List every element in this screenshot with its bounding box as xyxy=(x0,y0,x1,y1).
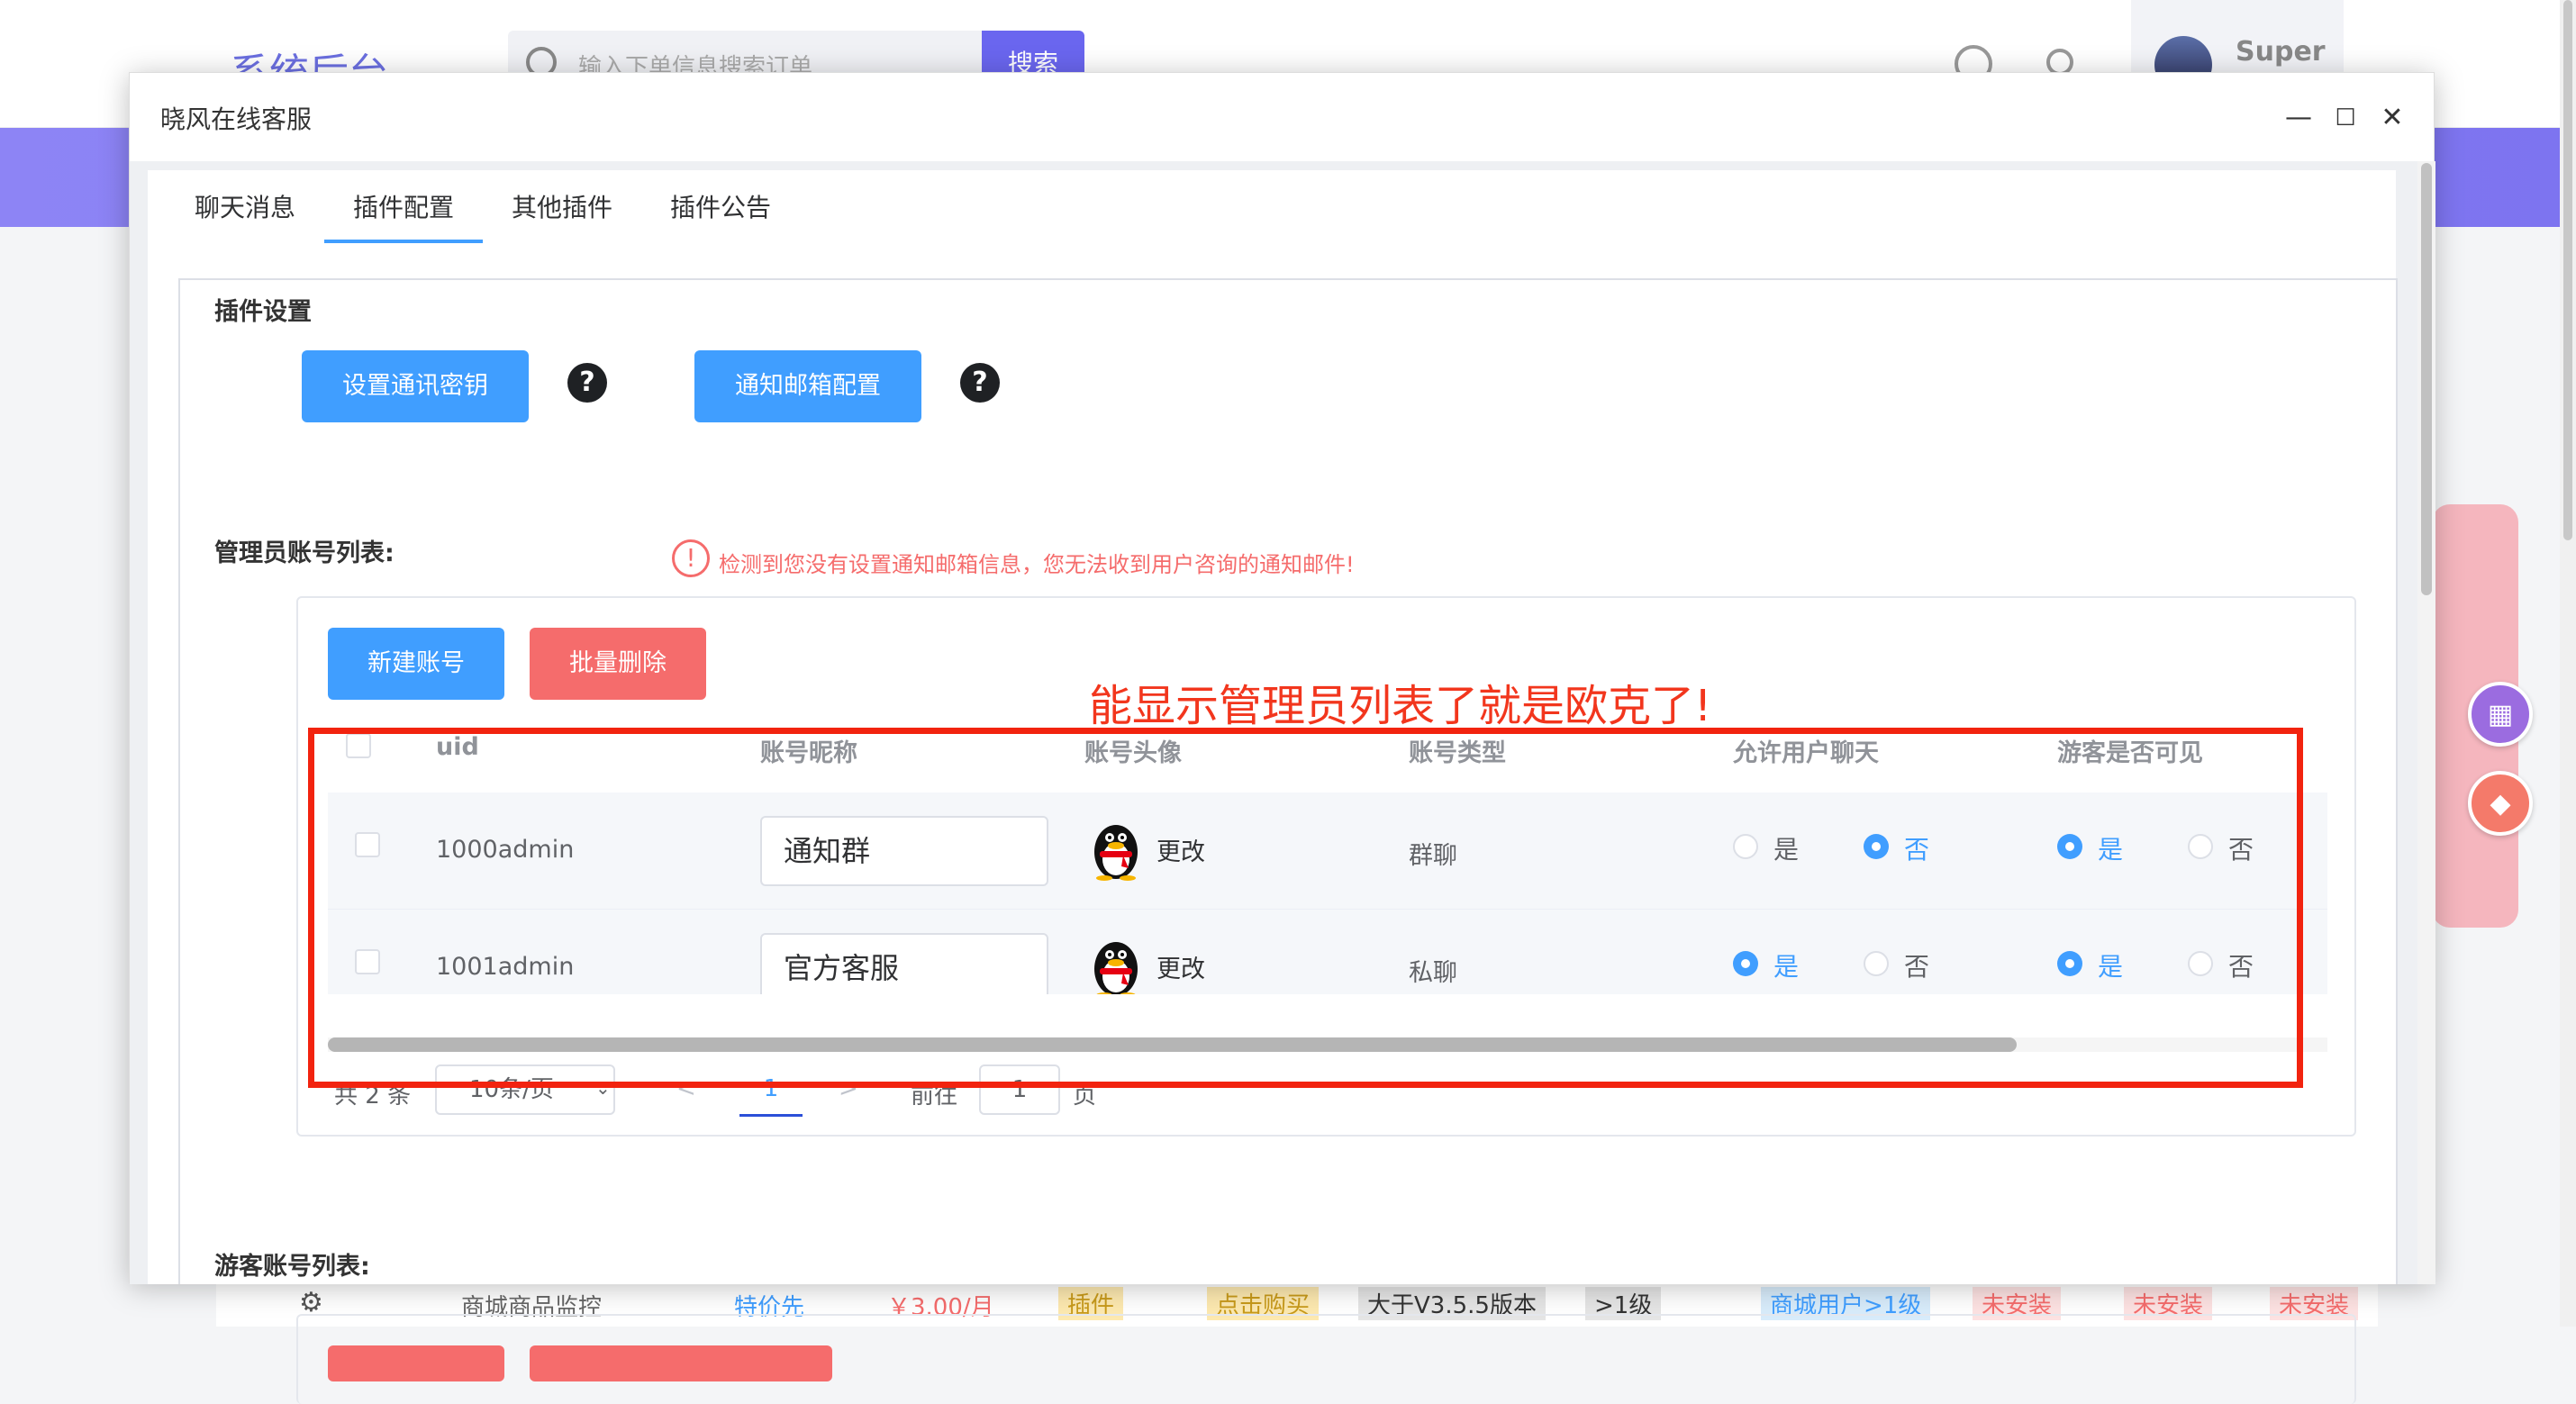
tab-chat-messages[interactable]: 聊天消息 xyxy=(195,188,295,242)
page-scrollbar-thumb[interactable] xyxy=(2563,0,2572,540)
guest-list-title: 游客账号列表: xyxy=(214,1253,370,1281)
annotation-highlight-box xyxy=(308,728,2303,1088)
help-icon[interactable]: ? xyxy=(960,363,1000,403)
admin-list-title: 管理员账号列表: xyxy=(214,539,395,567)
dialog-scrollbar[interactable] xyxy=(2417,161,2435,1284)
guest-action-button[interactable] xyxy=(530,1345,832,1381)
store-icon: ▦ xyxy=(2487,698,2514,730)
dialog-titlebar[interactable]: 晓风在线客服 — ☐ ✕ xyxy=(130,73,2434,161)
store-float-button[interactable]: ▦ xyxy=(2468,682,2533,747)
tab-plugin-notice[interactable]: 插件公告 xyxy=(670,188,771,242)
mail-warning-text: 检测到您没有设置通知邮箱信息，您无法收到用户咨询的通知邮件! xyxy=(719,552,1355,577)
guest-list-box xyxy=(296,1314,2356,1404)
annotation-text: 能显示管理员列表了就是欧克了! xyxy=(1089,681,1712,731)
close-icon[interactable]: ✕ xyxy=(2374,100,2410,136)
mail-config-button[interactable]: 通知邮箱配置 xyxy=(694,350,921,422)
box-float-button[interactable]: ◆ xyxy=(2468,771,2533,836)
plugin-settings-title: 插件设置 xyxy=(214,298,312,326)
dialog-scrollbar-thumb[interactable] xyxy=(2421,163,2432,595)
guest-action-button[interactable] xyxy=(328,1345,504,1381)
active-tab-indicator xyxy=(324,240,483,243)
new-account-button[interactable]: 新建账号 xyxy=(328,628,504,700)
cube-icon: ◆ xyxy=(2490,787,2511,820)
maximize-icon[interactable]: ☐ xyxy=(2327,100,2363,136)
background-user-name: Super xyxy=(2236,36,2326,68)
help-icon[interactable]: ? xyxy=(567,363,607,403)
minimize-icon[interactable]: — xyxy=(2281,100,2317,136)
dialog-title: 晓风在线客服 xyxy=(160,104,313,134)
dialog-content: 聊天消息 插件配置 其他插件 插件公告 插件设置 设置通讯密钥 ? 通知邮箱配置… xyxy=(130,161,2435,1404)
tab-bar: 聊天消息 插件配置 其他插件 插件公告 xyxy=(148,170,2396,243)
batch-delete-button[interactable]: 批量删除 xyxy=(530,628,706,700)
customer-service-dialog: 晓风在线客服 — ☐ ✕ 聊天消息 插件配置 其他插件 插件公告 插件设置 设置… xyxy=(129,72,2435,1404)
set-key-button[interactable]: 设置通讯密钥 xyxy=(302,350,529,422)
tab-other-plugins[interactable]: 其他插件 xyxy=(512,188,612,242)
tab-plugin-config[interactable]: 插件配置 xyxy=(353,188,454,242)
warning-icon: ! xyxy=(672,539,710,577)
